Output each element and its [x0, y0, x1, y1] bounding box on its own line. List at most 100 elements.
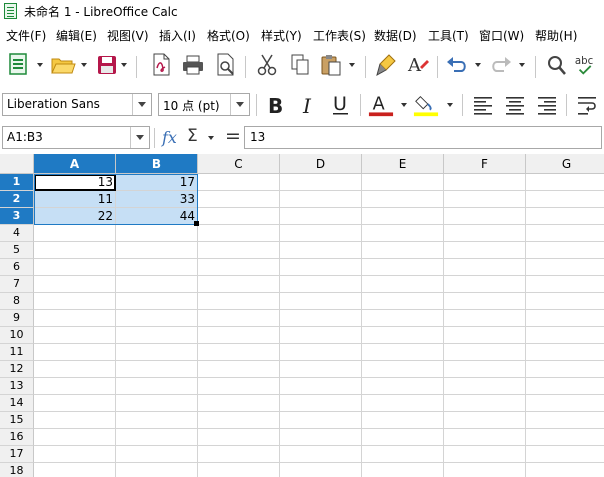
cell-f15[interactable] [444, 412, 526, 429]
cell-b2[interactable]: 33 [116, 191, 198, 208]
cell-d12[interactable] [280, 361, 362, 378]
align-left-icon[interactable] [470, 92, 496, 118]
row-header-2[interactable]: 2 [0, 191, 34, 208]
underline-icon[interactable]: U [328, 92, 354, 118]
row-header-16[interactable]: 16 [0, 429, 34, 446]
cell-e6[interactable] [362, 259, 444, 276]
cell-e2[interactable] [362, 191, 444, 208]
cell-e11[interactable] [362, 344, 444, 361]
undo-icon[interactable] [444, 52, 470, 78]
cell-e18[interactable] [362, 463, 444, 477]
column-header-c[interactable]: C [198, 154, 280, 174]
cell-d15[interactable] [280, 412, 362, 429]
font-size-combobox[interactable]: 10 点 (pt) [158, 93, 250, 116]
cell-d4[interactable] [280, 225, 362, 242]
sum-icon[interactable]: Σ [187, 126, 198, 146]
cell-f7[interactable] [444, 276, 526, 293]
font-size-chevron-down-icon[interactable] [230, 94, 249, 115]
cell-c4[interactable] [198, 225, 280, 242]
cell-c8[interactable] [198, 293, 280, 310]
cell-c15[interactable] [198, 412, 280, 429]
cell-g5[interactable] [526, 242, 604, 259]
cell-g15[interactable] [526, 412, 604, 429]
cell-b1[interactable]: 17 [116, 174, 198, 191]
save-dropdown-chevron-icon[interactable] [120, 52, 128, 78]
row-header-5[interactable]: 5 [0, 242, 34, 259]
row-header-6[interactable]: 6 [0, 259, 34, 276]
name-box[interactable]: A1:B3 [2, 126, 150, 149]
bold-icon[interactable]: B [262, 92, 288, 118]
redo-dropdown-chevron-icon[interactable] [518, 52, 526, 78]
function-wizard-icon[interactable]: fx [162, 128, 177, 147]
spreadsheet-grid[interactable]: A B C D E F G 1 13 17 2 11 33 3 22 44 4 5 6 7 8 9 10 11 12 13 14 15… [0, 154, 604, 477]
cell-b4[interactable] [116, 225, 198, 242]
cell-e5[interactable] [362, 242, 444, 259]
menu-tools[interactable]: 工具(T) [428, 27, 469, 44]
cell-b17[interactable] [116, 446, 198, 463]
menu-insert[interactable]: 插入(I) [159, 27, 196, 44]
cell-a16[interactable] [34, 429, 116, 446]
cell-b10[interactable] [116, 327, 198, 344]
cell-c14[interactable] [198, 395, 280, 412]
cell-e4[interactable] [362, 225, 444, 242]
print-preview-icon[interactable] [213, 52, 239, 78]
cell-c1[interactable] [198, 174, 280, 191]
spelling-icon[interactable]: abc [574, 52, 600, 78]
cell-e14[interactable] [362, 395, 444, 412]
cell-b15[interactable] [116, 412, 198, 429]
cell-b16[interactable] [116, 429, 198, 446]
undo-dropdown-chevron-icon[interactable] [474, 52, 482, 78]
cell-e10[interactable] [362, 327, 444, 344]
cell-g10[interactable] [526, 327, 604, 344]
menu-data[interactable]: 数据(D) [374, 27, 417, 44]
highlight-color-icon[interactable] [413, 92, 439, 118]
select-all-corner[interactable] [0, 154, 34, 174]
cell-c7[interactable] [198, 276, 280, 293]
cell-e17[interactable] [362, 446, 444, 463]
formula-equals-icon[interactable]: = [225, 125, 241, 147]
save-icon[interactable] [94, 52, 120, 78]
cell-a18[interactable] [34, 463, 116, 477]
open-folder-icon[interactable] [50, 52, 76, 78]
cell-g9[interactable] [526, 310, 604, 327]
cell-g4[interactable] [526, 225, 604, 242]
column-header-g[interactable]: G [526, 154, 604, 174]
cell-b18[interactable] [116, 463, 198, 477]
cell-b11[interactable] [116, 344, 198, 361]
cell-c12[interactable] [198, 361, 280, 378]
cell-g17[interactable] [526, 446, 604, 463]
cell-f11[interactable] [444, 344, 526, 361]
redo-icon[interactable] [488, 52, 514, 78]
cell-f3[interactable] [444, 208, 526, 225]
cell-f12[interactable] [444, 361, 526, 378]
cell-d13[interactable] [280, 378, 362, 395]
column-header-d[interactable]: D [280, 154, 362, 174]
font-name-combobox[interactable]: Liberation Sans [2, 93, 152, 116]
sum-dropdown-chevron-icon[interactable] [207, 125, 215, 151]
cell-b12[interactable] [116, 361, 198, 378]
new-spreadsheet-icon[interactable] [6, 52, 32, 78]
cell-d2[interactable] [280, 191, 362, 208]
cell-g6[interactable] [526, 259, 604, 276]
cell-d7[interactable] [280, 276, 362, 293]
cell-c10[interactable] [198, 327, 280, 344]
cell-b6[interactable] [116, 259, 198, 276]
row-header-10[interactable]: 10 [0, 327, 34, 344]
row-header-9[interactable]: 9 [0, 310, 34, 327]
cell-g12[interactable] [526, 361, 604, 378]
italic-icon[interactable]: I [295, 92, 321, 118]
cell-a9[interactable] [34, 310, 116, 327]
cell-c2[interactable] [198, 191, 280, 208]
cell-c18[interactable] [198, 463, 280, 477]
cell-f14[interactable] [444, 395, 526, 412]
menu-file[interactable]: 文件(F) [6, 27, 46, 44]
find-replace-icon[interactable] [544, 52, 570, 78]
font-color-icon[interactable]: A [368, 92, 394, 118]
cut-icon[interactable] [254, 52, 280, 78]
cell-f2[interactable] [444, 191, 526, 208]
cell-a1[interactable]: 13 [34, 174, 116, 191]
clone-formatting-icon[interactable] [373, 52, 399, 78]
menu-format[interactable]: 格式(O) [207, 27, 250, 44]
row-header-18[interactable]: 18 [0, 463, 34, 477]
cell-e7[interactable] [362, 276, 444, 293]
